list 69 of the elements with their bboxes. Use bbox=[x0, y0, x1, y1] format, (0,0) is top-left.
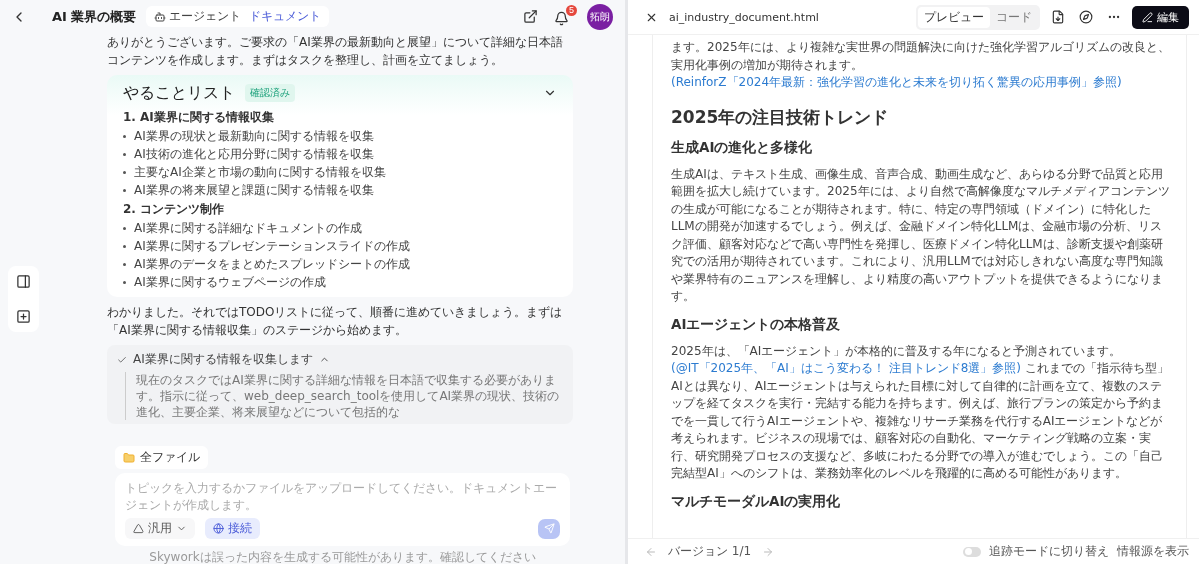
arrow-left-icon bbox=[645, 545, 657, 558]
citation-link[interactable]: (ReinforZ「2024年最新：強化学習の進化と未来を切り拓く驚異の応用事例」参照) bbox=[671, 75, 1122, 89]
todo-item: AI業界の現状と最新動向に関する情報を収集 bbox=[134, 127, 374, 145]
bell-icon bbox=[554, 10, 569, 26]
todo-item: AI業界に関するウェブページの作成 bbox=[134, 273, 326, 291]
todo-title: やることリスト bbox=[123, 82, 235, 104]
section-heading: 2025年の注目技術トレンド bbox=[671, 105, 890, 129]
edit-button[interactable]: 編集 bbox=[1132, 5, 1189, 29]
send-icon bbox=[543, 523, 555, 534]
step-detail: 現在のタスクではAI業界に関する詳細な情報を日本語で収集する必要があります。指示に従って、web_deep_search_toolを使用してAI業界の現状、技術の進化、主要企業、将来展望などについて包括的な bbox=[125, 372, 563, 420]
mode-tab[interactable]: エージェント bbox=[152, 8, 244, 25]
tracking-toggle[interactable] bbox=[963, 546, 981, 557]
notification-count: 5 bbox=[566, 4, 577, 16]
globe-icon bbox=[213, 523, 224, 534]
document-paragraph: ます。2025年には、より複雑な実世界の問題解決に向けた強化学習アルゴリズムの改良と、実用化事例の増加が期待されます。 (ReinforZ「2024年最新：強化学習の進化と未来を切り拓く驚異の応用事例」参照) bbox=[671, 39, 1171, 91]
todo-section-heading: 1. AI業界に関する情報収集 bbox=[123, 109, 275, 126]
todo-item: AI業界に関する詳細なドキュメントの作成 bbox=[134, 219, 362, 237]
folder-icon bbox=[123, 451, 135, 464]
all-files-button[interactable]: 全ファイル bbox=[115, 446, 208, 469]
document-paragraph: 生成AIは、テキスト生成、画像生成、音声合成、動画生成など、あらゆる分野で品質と応用範囲を拡大し続けています。2025年には、より自然で高解像度なマルチメディアコンテンツの生成が可能になることが期待されます。特に、特定の専門領域（ドメイン）に特化したLLMの開発が加速するでしょう。例えば、金融ドメイン特化LLMは、金融市場の分析、リスク評価、顧客対応などで高い専門性を発揮し、医療ドメイン特化LLMは、診断支援や創薬研究での活用が期待されています。これにより、汎用LLMでは対応しきれない高度な専門知識や業界特有のニュアンスを理解し、より精度の高いアウトプットを提供できるようになります。 bbox=[671, 165, 1171, 305]
robot-icon bbox=[154, 10, 167, 23]
new-chat-button[interactable] bbox=[14, 307, 33, 326]
file-name: ai_industry_document.html bbox=[669, 10, 819, 24]
citation-link[interactable]: (@IT「2025年、「AI」はこう変わる！ 注目トレンド8選」参照) bbox=[671, 361, 1021, 375]
pen-icon bbox=[1142, 11, 1153, 23]
conversation-title: AI 業界の概要 bbox=[52, 7, 137, 26]
bullet-icon bbox=[123, 244, 126, 248]
bullet-icon bbox=[123, 262, 126, 266]
view-tab[interactable]: コード bbox=[990, 6, 1038, 28]
document-paragraph: 2025年は、「AIエージェント」が本格的に普及する年になると予測されています。 (@IT「2025年、「AI」はこう変わる！ 注目トレンド8選」参照) これまでの「指示待ち型」AIとは異なり、AIエージェントは与えられた目標に対して自律的に計画を立て、複数のステップを経てタスクを実行・完結する能力を持ちます。例えば、旅行プランの策定から予約までを一貫して行うAIエージェントや、複雑なリサーチ業務を代行するAIエージェントなどが考えられます。ビジネスの現場では、顧客対応の自動化、マーケティング戦略の立案・実行、研究開発プロセスの支援など、多岐にわたる分野での導入が進むでしょう。この「自己完結型AI」へのシフトは、業務効率化のレベルを飛躍的に高める可能性があります。 bbox=[671, 342, 1170, 482]
external-link-icon bbox=[523, 9, 538, 24]
connect-button[interactable]: 接続 bbox=[205, 518, 260, 539]
bullet-icon bbox=[123, 188, 126, 192]
subsection-heading: AIエージェントの本格普及 bbox=[671, 315, 842, 334]
step-toggle[interactable]: AI業界に関する情報を収集します bbox=[117, 351, 330, 368]
panel-toggle-button[interactable] bbox=[14, 272, 33, 291]
todo-item: AI技術の進化と応用分野に関する情報を収集 bbox=[134, 145, 374, 163]
subsection-heading: 生成AIの進化と多様化 bbox=[671, 138, 814, 157]
plus-square-icon bbox=[16, 309, 31, 324]
bullet-icon bbox=[123, 226, 126, 230]
view-tab[interactable]: プレビュー bbox=[918, 6, 990, 28]
todo-item: 主要なAI企業と市場の動向に関する情報を収集 bbox=[134, 163, 386, 181]
file-download-icon bbox=[1051, 10, 1065, 24]
mode-dropdown[interactable]: 汎用 bbox=[125, 518, 195, 539]
sources-link[interactable]: 情報源を表示 bbox=[1117, 543, 1189, 560]
todo-section-heading: 2. コンテンツ制作 bbox=[123, 201, 226, 218]
notification-button[interactable]: 5 bbox=[551, 4, 577, 29]
bullet-icon bbox=[123, 134, 126, 138]
triangle-icon bbox=[133, 523, 144, 534]
mode-tab[interactable]: ドキュメント bbox=[247, 8, 324, 25]
panel-icon bbox=[16, 274, 31, 289]
todo-item: AI業界の将来展望と課題に関する情報を収集 bbox=[134, 181, 374, 199]
bullet-icon bbox=[123, 280, 126, 284]
disclaimer-text: Skyworkは誤った内容を生成する可能性があります。確認してください bbox=[148, 550, 537, 564]
check-icon bbox=[117, 354, 127, 365]
bullet-icon bbox=[123, 170, 126, 174]
assistant-message: わかりました。それではTODOリストに従って、順番に進めていきましょう。まずは「AI業界に関する情報収集」のステージから始めます。 bbox=[107, 304, 564, 339]
tracking-label: 追跡モードに切り替え bbox=[989, 543, 1109, 560]
user-avatar[interactable]: 拓朗 bbox=[587, 3, 613, 30]
arrow-right-icon bbox=[762, 545, 775, 558]
assistant-message: ありがとうございます。ご要求の「AI業界の最新動向と展望」について詳細な日本語コンテンツを作成します。まずはタスクを整理し、計画を立てましょう。 bbox=[107, 34, 564, 69]
subsection-heading: マルチモーダルAIの実用化 bbox=[671, 492, 842, 511]
compass-icon bbox=[1079, 10, 1093, 24]
bullet-icon bbox=[123, 152, 126, 156]
version-label: バージョン 1/1 bbox=[668, 543, 752, 560]
todo-item: AI業界のデータをまとめたスプレッドシートの作成 bbox=[134, 255, 410, 273]
todo-item: AI業界に関するプレゼンテーションスライドの作成 bbox=[134, 237, 410, 255]
status-badge: 確認済み bbox=[245, 84, 295, 102]
message-input[interactable]: トピックを入力するかファイルをアップロードしてください。ドキュメントエージェントが作成します。 汎用 接続 bbox=[115, 473, 570, 546]
